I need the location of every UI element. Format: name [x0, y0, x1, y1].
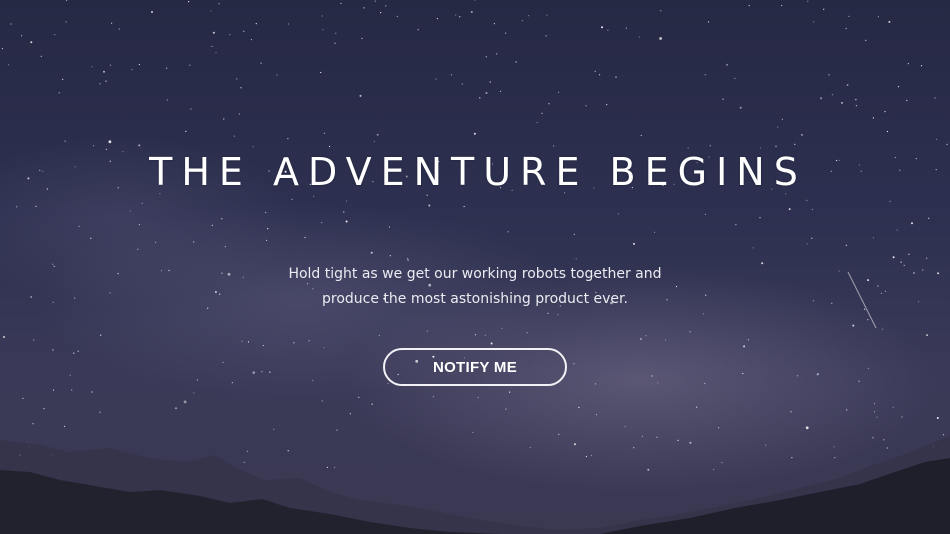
subtitle-line-1: Hold tight as we get our working robots …: [288, 266, 662, 282]
notify-me-button[interactable]: NOTIFY ME: [383, 348, 567, 386]
page-title: THE ADVENTURE BEGINS: [149, 150, 807, 194]
hero-section: THE ADVENTURE BEGINS Hold tight as we ge…: [0, 0, 950, 534]
hero-subtitle: Hold tight as we get our working robots …: [0, 262, 950, 312]
subtitle-line-2: produce the most astonishing product eve…: [322, 291, 628, 307]
